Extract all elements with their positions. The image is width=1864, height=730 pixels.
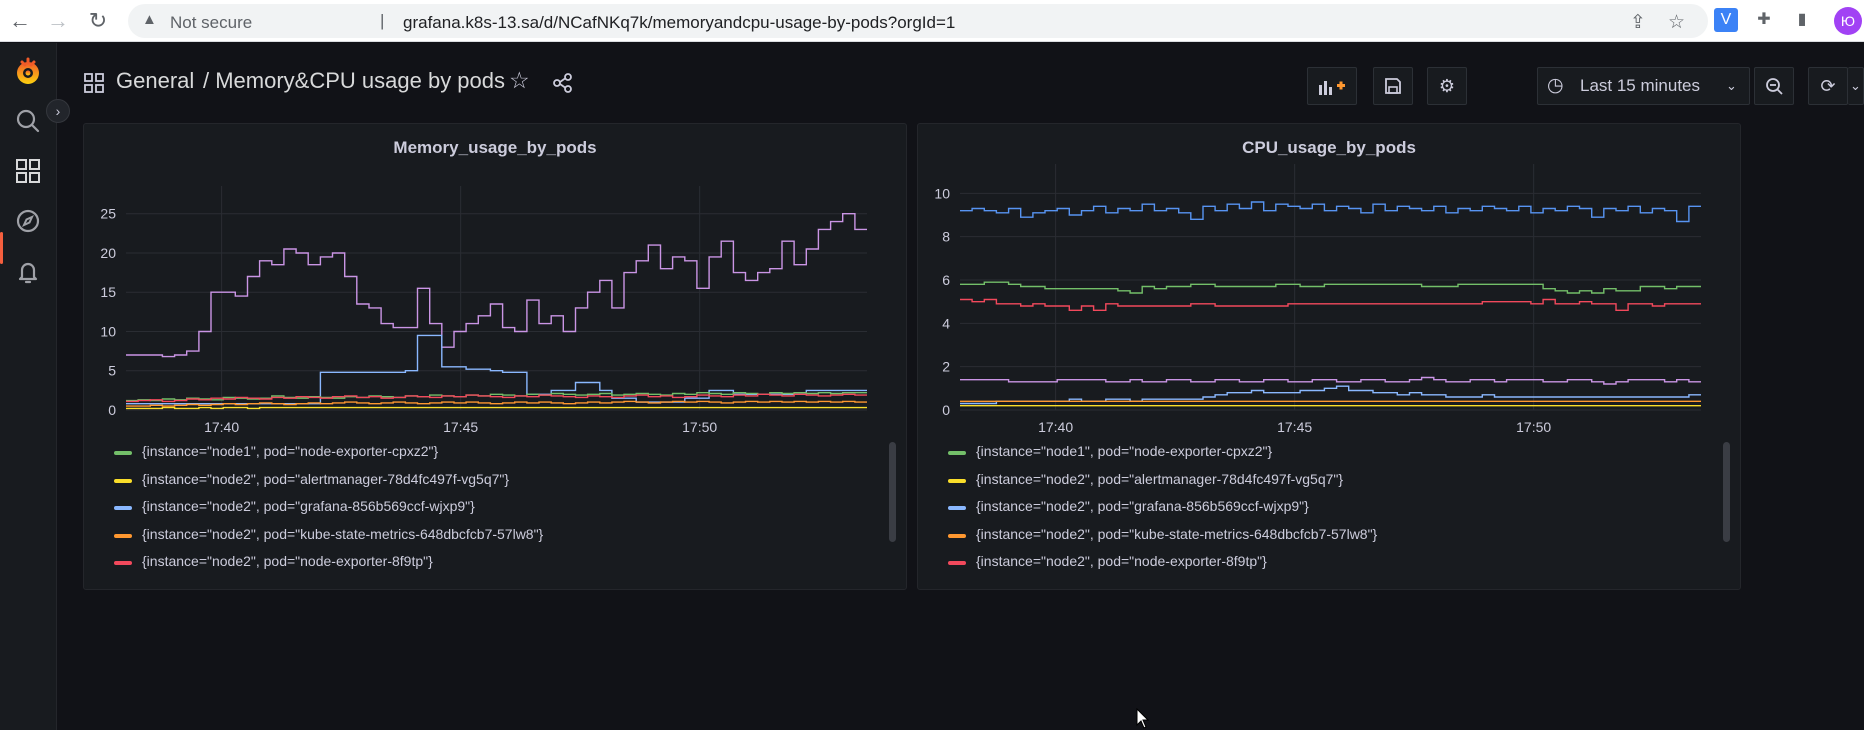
bookmark-star-icon[interactable]: ☆ — [1668, 11, 1685, 34]
grafana-logo-icon[interactable] — [12, 56, 44, 88]
y-tick-label: 0 — [942, 402, 950, 418]
series-line[interactable] — [126, 213, 867, 358]
y-tick-label: 6 — [942, 272, 950, 288]
legend-scrollbar[interactable] — [1723, 442, 1730, 542]
legend-label: {instance="node2", pod="grafana-856b569c… — [976, 498, 1309, 514]
extensions-puzzle-icon[interactable]: ✚ — [1752, 8, 1776, 32]
legend-swatch — [114, 478, 132, 483]
chevron-down-icon: ⌄ — [1850, 78, 1861, 93]
dashboard-grid-icon — [84, 73, 104, 93]
warning-icon: ▲ — [142, 11, 157, 28]
dashboard-header: General / Memory&CPU usage by pods ☆ ⚙ ◷… — [57, 43, 1864, 123]
mouse-cursor-icon — [1136, 708, 1150, 729]
legend-label: {instance="node2", pod="alertmanager-78d… — [976, 470, 1344, 487]
gear-icon: ⚙ — [1438, 76, 1456, 96]
legend-scrollbar[interactable] — [889, 442, 896, 542]
legend-swatch — [114, 561, 132, 565]
series-line[interactable] — [960, 281, 1701, 294]
sidebar-expand-button[interactable]: › — [46, 99, 70, 123]
y-tick-label: 4 — [942, 315, 950, 331]
legend-label: {instance="node2", pod="node-exporter-8f… — [976, 553, 1267, 569]
y-tick-label: 20 — [100, 245, 116, 261]
chevron-down-icon: ⌄ — [1726, 78, 1737, 93]
y-tick-label: 15 — [100, 284, 116, 300]
url-separator: | — [380, 11, 385, 30]
y-tick-label: 25 — [100, 206, 116, 222]
address-bar[interactable]: ▲ Not secure | grafana.k8s-13.sa/d/NCafN… — [128, 4, 1708, 38]
legend-label: {instance="node2", pod="node-exporter-8f… — [142, 553, 433, 569]
zoom-out-icon — [1766, 78, 1783, 95]
dashboards-icon[interactable] — [12, 155, 44, 187]
legend-swatch — [948, 506, 966, 510]
legend-swatch — [948, 561, 966, 565]
side-panel-icon[interactable]: ▮ — [1790, 8, 1814, 32]
alerting-bell-icon[interactable] — [12, 255, 44, 287]
refresh-button[interactable]: ⟳ — [1808, 67, 1848, 105]
reload-icon[interactable]: ↻ — [84, 7, 112, 35]
time-picker-button[interactable]: ◷ Last 15 minutes ⌄ — [1537, 67, 1750, 105]
search-icon[interactable] — [12, 105, 44, 137]
profile-avatar[interactable]: Ю — [1834, 7, 1862, 35]
browser-toolbar: ← → ↻ ▲ Not secure | grafana.k8s-13.sa/d… — [0, 0, 1864, 42]
series-line[interactable] — [960, 201, 1701, 223]
series-line[interactable] — [960, 376, 1701, 385]
page-title: / Memory&CPU usage by pods — [203, 68, 506, 93]
legend-label: {instance="node2", pod="kube-state-metri… — [976, 525, 1378, 542]
x-tick-label: 17:45 — [1277, 419, 1312, 434]
y-tick-label: 0 — [108, 402, 116, 418]
legend-swatch — [114, 451, 132, 455]
y-tick-label: 8 — [942, 229, 950, 245]
legend-swatch — [948, 478, 966, 483]
share-icon[interactable] — [552, 72, 574, 94]
cpu-panel[interactable]: CPU_usage_by_pods 0 2 4 6 8 10 17:40 17:45 17:50… — [917, 123, 1741, 590]
legend-label: {instance="node1", pod="node-exporter-cp… — [142, 443, 439, 459]
active-indicator — [0, 232, 3, 264]
explore-compass-icon[interactable] — [12, 205, 44, 237]
legend-label: {instance="node2", pod="kube-state-metri… — [142, 525, 544, 542]
share-page-icon[interactable]: ⇪ — [1630, 11, 1646, 34]
time-range-label: Last 15 minutes — [1580, 76, 1701, 95]
series-line[interactable] — [126, 393, 867, 403]
legend-label: {instance="node2", pod="grafana-856b569c… — [142, 498, 475, 514]
series-line[interactable] — [960, 298, 1701, 311]
zoom-out-button[interactable] — [1754, 67, 1794, 105]
legend-label: {instance="node1", pod="node-exporter-cp… — [976, 443, 1273, 459]
x-tick-label: 17:50 — [682, 419, 717, 434]
security-label: Not secure — [170, 13, 253, 32]
forward-icon[interactable]: → — [44, 7, 72, 35]
refresh-interval-dropdown[interactable]: ⌄ — [1848, 67, 1864, 105]
legend-swatch — [114, 533, 132, 538]
legend-swatch — [948, 533, 966, 538]
series-line[interactable] — [126, 406, 867, 410]
x-tick-label: 17:40 — [1038, 419, 1073, 434]
favorite-star-icon[interactable]: ☆ — [509, 67, 530, 94]
save-icon — [1385, 78, 1401, 94]
dashboard-settings-button[interactable]: ⚙ — [1427, 67, 1467, 105]
refresh-icon: ⟳ — [1820, 76, 1836, 96]
save-dashboard-button[interactable] — [1373, 67, 1413, 105]
y-tick-label: 2 — [942, 359, 950, 375]
y-tick-label: 10 — [100, 323, 116, 339]
x-tick-label: 17:50 — [1516, 419, 1551, 434]
add-panel-icon — [1319, 81, 1345, 95]
back-icon[interactable]: ← — [6, 7, 34, 35]
url-text: grafana.k8s-13.sa/d/NCafNKq7k/memoryandc… — [403, 13, 956, 32]
memory-panel[interactable]: Memory_usage_by_pods 0 5 10 15 20 25 17:40 17:4… — [83, 123, 907, 590]
legend-label: {instance="node2", pod="alertmanager-78d… — [142, 470, 510, 487]
breadcrumb-folder[interactable]: General — [116, 68, 194, 94]
legend-swatch — [114, 506, 132, 510]
cpu-chart[interactable]: 0 2 4 6 8 10 17:40 17:45 17:50 — [918, 124, 1742, 434]
memory-chart[interactable]: 0 5 10 15 20 25 17:40 17:45 17:50 — [84, 124, 908, 434]
y-tick-label: 5 — [108, 363, 116, 379]
legend-swatch — [948, 451, 966, 455]
y-tick-label: 10 — [934, 185, 950, 201]
x-tick-label: 17:40 — [204, 419, 239, 434]
extension-v-icon[interactable]: V — [1714, 8, 1738, 32]
add-panel-button[interactable] — [1307, 67, 1357, 105]
x-tick-label: 17:45 — [443, 419, 478, 434]
clock-icon: ◷ — [1547, 75, 1564, 96]
sidebar — [0, 43, 57, 730]
